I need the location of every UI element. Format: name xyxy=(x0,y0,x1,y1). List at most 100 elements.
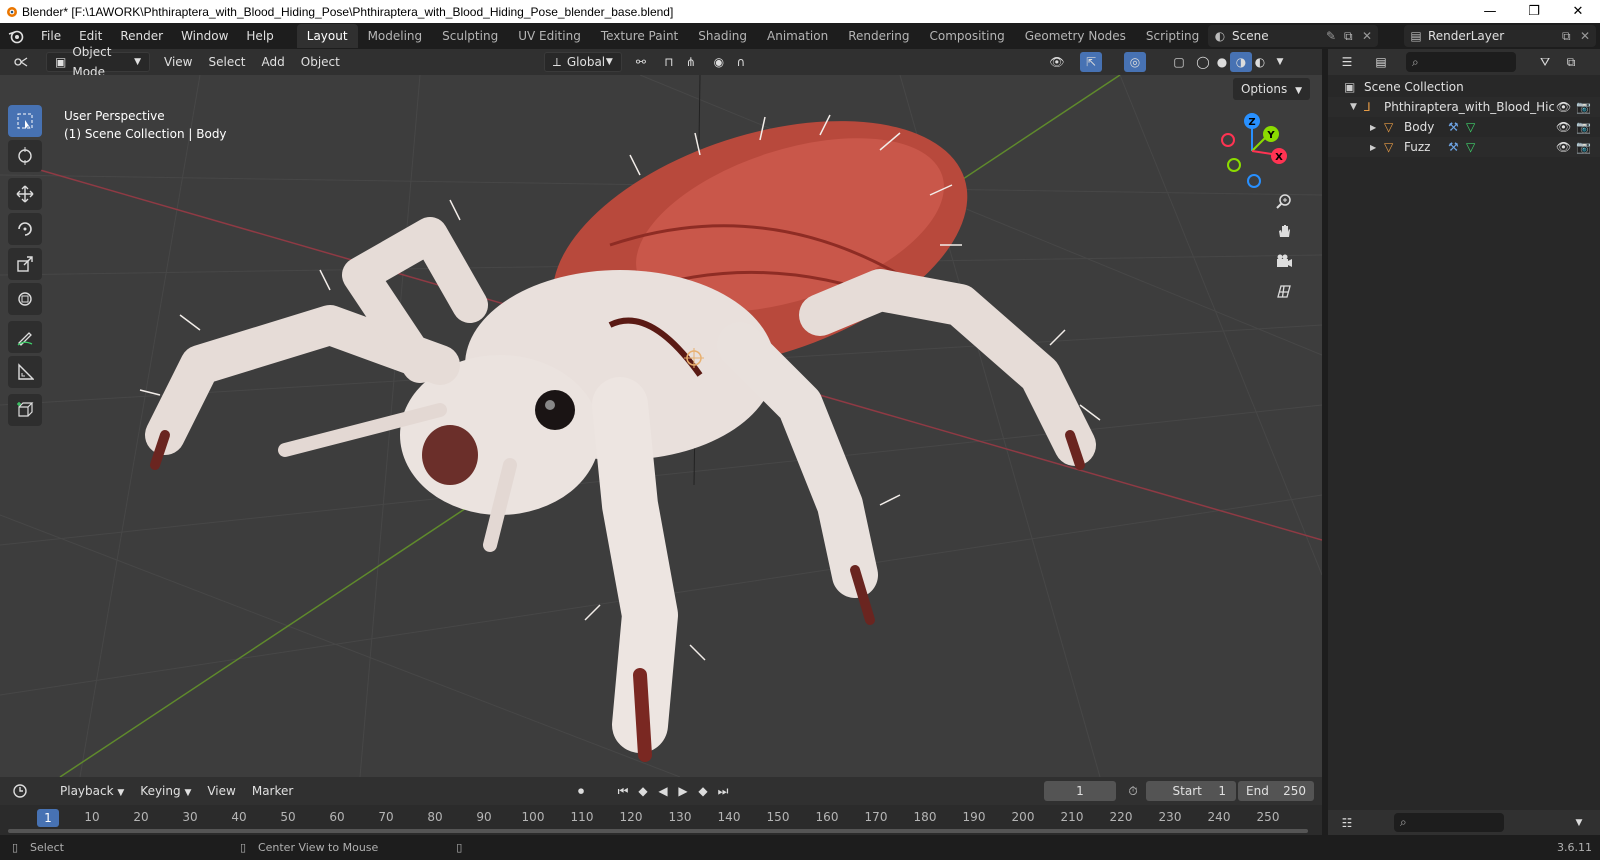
visibility-icon[interactable]: 👁 xyxy=(1046,52,1068,72)
minimize-button[interactable]: — xyxy=(1468,0,1512,23)
new-collection-icon[interactable]: ⧉ xyxy=(1560,52,1582,72)
play-icon[interactable]: ▶ xyxy=(672,781,694,801)
jump-start-icon[interactable]: ⏮ xyxy=(612,781,634,801)
maximize-button[interactable]: ❐ xyxy=(1512,0,1556,23)
add-cube-tool[interactable] xyxy=(8,394,42,426)
transform-tool[interactable] xyxy=(8,283,42,315)
modifier-wrench-icon[interactable]: ⚒ xyxy=(1448,120,1466,134)
outliner-object-fuzz[interactable]: ▶ ▽ Fuzz ⚒ ▽ 👁 📷 xyxy=(1328,137,1600,157)
tab-animation[interactable]: Animation xyxy=(757,24,838,48)
display-mode-icon[interactable]: ▤ xyxy=(1370,52,1392,72)
eye-icon[interactable]: 👁 xyxy=(1556,100,1576,114)
xray-toggle-icon[interactable]: ▢ xyxy=(1168,52,1190,72)
tab-uv-editing[interactable]: UV Editing xyxy=(508,24,591,48)
proportional-edit-icon[interactable]: ◉ xyxy=(708,52,730,72)
louse-model[interactable] xyxy=(145,75,1096,762)
move-tool[interactable] xyxy=(8,178,42,210)
menu-file[interactable]: File xyxy=(32,25,70,47)
cursor-tool[interactable] xyxy=(8,140,42,172)
zoom-icon[interactable] xyxy=(1270,187,1298,215)
render-layer-selector[interactable]: ▤ RenderLayer ⧉ ✕ xyxy=(1404,25,1596,47)
new-layer-icon[interactable]: ⧉ xyxy=(1562,29,1580,44)
prev-keyframe-icon[interactable]: ◆ xyxy=(632,781,654,801)
scene-selector[interactable]: ◐ Scene ✎ ⧉ ✕ xyxy=(1208,25,1378,47)
delete-scene-icon[interactable]: ✕ xyxy=(1362,29,1378,43)
tab-compositing[interactable]: Compositing xyxy=(919,24,1014,48)
gizmo-toggle-icon[interactable]: ⇱ xyxy=(1080,52,1102,72)
eye-icon[interactable]: 👁 xyxy=(1556,140,1576,154)
outliner-scene-collection[interactable]: ▣ Scene Collection xyxy=(1328,77,1600,97)
select-box-tool[interactable] xyxy=(8,105,42,137)
navigation-gizmo[interactable]: Z Y X xyxy=(1212,111,1292,191)
tab-modeling[interactable]: Modeling xyxy=(358,24,433,48)
menu-help[interactable]: Help xyxy=(237,25,282,47)
eye-icon[interactable]: 👁 xyxy=(1556,120,1576,134)
pan-hand-icon[interactable] xyxy=(1270,217,1298,245)
3d-viewport[interactable]: User Perspective (1) Scene Collection | … xyxy=(0,75,1322,777)
pivot-point-icon[interactable]: ⚯ xyxy=(630,52,652,72)
menu-select[interactable]: Select xyxy=(200,52,253,72)
snap-icon[interactable]: ⊓ xyxy=(658,52,680,72)
annotate-tool[interactable] xyxy=(8,321,42,353)
tab-scripting[interactable]: Scripting xyxy=(1136,24,1209,48)
jump-end-icon[interactable]: ⏭ xyxy=(712,781,734,801)
preview-range-icon[interactable]: ⏱ xyxy=(1122,781,1144,801)
render-camera-icon[interactable]: 📷 xyxy=(1576,140,1600,154)
editor-type-icon[interactable] xyxy=(10,52,32,72)
outliner-object-body[interactable]: ▶ ▽ Body ⚒ ▽ 👁 📷 xyxy=(1328,117,1600,137)
tab-layout[interactable]: Layout xyxy=(296,24,358,48)
mesh-data-icon[interactable]: ▽ xyxy=(1466,120,1484,134)
close-window-button[interactable]: ✕ xyxy=(1556,0,1600,23)
properties-editor-icon[interactable]: ☷ xyxy=(1336,813,1358,833)
timeline-scrollbar[interactable] xyxy=(8,829,1308,833)
menu-add[interactable]: Add xyxy=(254,52,293,72)
timeline-editor-icon[interactable] xyxy=(10,781,32,801)
chevron-right-icon[interactable]: ▶ xyxy=(1370,143,1384,152)
outliner-editor-icon[interactable]: ☰ xyxy=(1336,52,1358,72)
filter-icon[interactable]: ⛛ xyxy=(1534,52,1556,72)
snap-target-icon[interactable]: ⋔ xyxy=(680,52,702,72)
options-button[interactable]: Options ▼ xyxy=(1232,78,1310,100)
render-camera-icon[interactable]: 📷 xyxy=(1576,100,1600,114)
tab-texture-paint[interactable]: Texture Paint xyxy=(591,24,688,48)
auto-keying-icon[interactable]: ⏺ xyxy=(570,781,592,801)
shading-options-icon[interactable]: ▼ xyxy=(1269,52,1291,72)
menu-playback[interactable]: Playback ▼ xyxy=(52,781,132,801)
chevron-down-icon[interactable]: ▼ xyxy=(1350,102,1364,112)
orthographic-grid-icon[interactable] xyxy=(1270,277,1298,305)
overlay-toggle-icon[interactable]: ◎ xyxy=(1124,52,1146,72)
tab-geometry-nodes[interactable]: Geometry Nodes xyxy=(1015,24,1136,48)
menu-marker[interactable]: Marker xyxy=(244,781,301,801)
mesh-data-icon[interactable]: ▽ xyxy=(1466,140,1484,154)
menu-view[interactable]: View xyxy=(156,52,200,72)
neg-y-handle[interactable] xyxy=(1227,158,1241,172)
outliner-search-input[interactable]: ⌕ xyxy=(1406,52,1516,72)
chevron-down-icon[interactable]: ▼ xyxy=(1568,813,1590,833)
tab-rendering[interactable]: Rendering xyxy=(838,24,919,48)
delete-layer-icon[interactable]: ✕ xyxy=(1580,29,1596,43)
object-mode-dropdown[interactable]: ▣ Object Mode ▼ xyxy=(46,45,150,79)
chevron-right-icon[interactable]: ▶ xyxy=(1370,123,1384,132)
outliner-collection-row[interactable]: ▼ ⅃ Phthiraptera_with_Blood_Hic 👁 📷 xyxy=(1328,97,1600,117)
render-camera-icon[interactable]: 📷 xyxy=(1576,120,1600,134)
properties-search-input[interactable]: ⌕ xyxy=(1394,813,1504,832)
rendered-shading-icon[interactable]: ◐ xyxy=(1249,52,1271,72)
menu-window[interactable]: Window xyxy=(172,25,237,47)
scale-tool[interactable] xyxy=(8,248,42,280)
pin-icon[interactable]: ✎ xyxy=(1326,29,1344,43)
new-scene-icon[interactable]: ⧉ xyxy=(1344,29,1362,44)
end-frame-field[interactable]: End 250 xyxy=(1238,781,1314,801)
falloff-icon[interactable]: ∩ xyxy=(730,52,752,72)
camera-icon[interactable] xyxy=(1270,247,1298,275)
modifier-wrench-icon[interactable]: ⚒ xyxy=(1448,140,1466,154)
neg-z-handle[interactable] xyxy=(1247,174,1261,188)
play-reverse-icon[interactable]: ◀ xyxy=(652,781,674,801)
blender-menu-icon[interactable] xyxy=(0,23,32,49)
menu-object[interactable]: Object xyxy=(293,52,348,72)
tab-shading[interactable]: Shading xyxy=(688,24,757,48)
playhead-frame[interactable]: 1 xyxy=(37,809,59,827)
menu-timeline-view[interactable]: View xyxy=(199,781,243,801)
rotate-tool[interactable] xyxy=(8,213,42,245)
current-frame-field[interactable]: 1 xyxy=(1044,781,1116,801)
neg-x-handle[interactable] xyxy=(1221,133,1235,147)
